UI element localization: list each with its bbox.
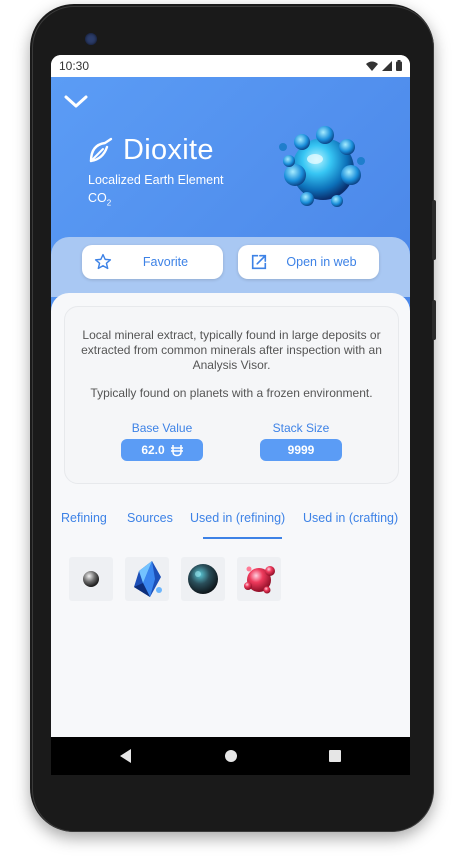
tab-used-in-refining[interactable]: Used in (refining) [190, 511, 285, 525]
chevron-down-icon[interactable] [63, 91, 89, 113]
open-in-web-button[interactable]: Open in web [238, 245, 379, 279]
volume-button [432, 200, 436, 260]
base-value: 62.0 [141, 443, 165, 457]
recents-icon[interactable] [329, 750, 341, 762]
system-nav-bar [51, 737, 410, 775]
stack-size: 9999 [287, 443, 315, 457]
open-in-web-label: Open in web [286, 255, 357, 269]
red-molecule-icon [244, 566, 275, 594]
element-formula: CO2 [88, 191, 112, 208]
favorite-label: Favorite [142, 255, 189, 269]
tab-indicator [203, 537, 282, 539]
recipe-tabs: Refining Sources Used in (refining) Used… [51, 511, 410, 541]
power-button [432, 300, 436, 340]
wifi-icon [366, 61, 378, 71]
dioxite-orb-icon [279, 126, 365, 207]
back-icon[interactable] [120, 749, 132, 763]
units-currency-icon [170, 444, 183, 456]
app-screen: 10:30 Dioxite Localized Earth Element CO… [51, 55, 410, 737]
dark-orb-icon [188, 564, 218, 594]
base-value-badge: 62.0 [121, 439, 203, 461]
signal-icon [382, 60, 392, 71]
list-item[interactable] [237, 557, 281, 601]
list-item[interactable] [181, 557, 225, 601]
list-item[interactable] [69, 557, 113, 601]
tab-refining[interactable]: Refining [61, 511, 107, 525]
base-value-label: Base Value [131, 421, 193, 435]
grey-sphere-icon [83, 571, 99, 587]
detail-content: Local mineral extract, typically found i… [51, 293, 410, 737]
front-camera [85, 33, 97, 45]
tab-sources[interactable]: Sources [127, 511, 173, 525]
found-on-text: Typically found on planets with a frozen… [90, 386, 373, 400]
status-bar: 10:30 [51, 55, 410, 77]
status-time: 10:30 [59, 59, 90, 73]
blue-crystal-icon [134, 561, 162, 597]
action-buttons: Favorite Open in web [51, 237, 410, 297]
battery-icon [396, 60, 402, 71]
favorite-button[interactable]: Favorite [82, 245, 223, 279]
home-icon[interactable] [224, 749, 238, 763]
tab-used-in-crafting[interactable]: Used in (crafting) [303, 511, 398, 525]
info-card: Local mineral extract, typically found i… [64, 306, 399, 484]
list-item[interactable] [125, 557, 169, 601]
stack-size-badge: 9999 [260, 439, 342, 461]
element-category: Localized Earth Element [88, 173, 224, 187]
description-text: Local mineral extract, typically found i… [81, 328, 382, 372]
stack-size-label: Stack Size [272, 421, 330, 435]
element-type-icon [89, 137, 113, 162]
page-title: Dioxite [123, 134, 214, 166]
